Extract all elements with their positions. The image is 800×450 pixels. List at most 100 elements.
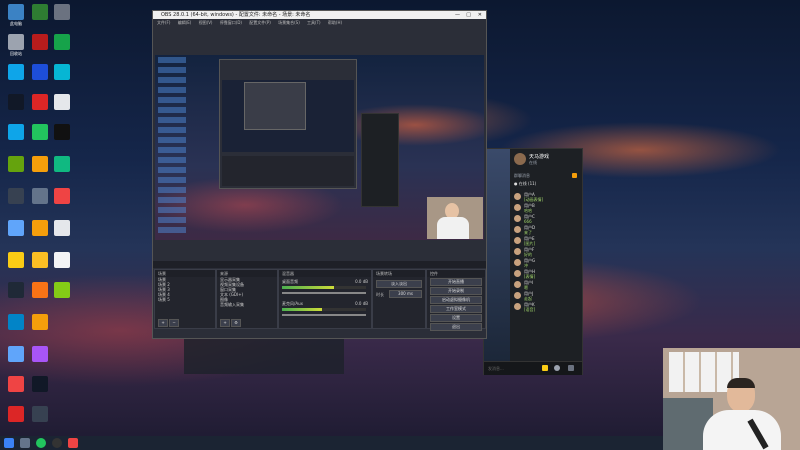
remove-scene-button[interactable]: − <box>169 319 179 327</box>
chat-message[interactable]: 用户C 666 <box>484 214 582 225</box>
chat-message[interactable]: 用户F 好的 <box>484 247 582 258</box>
desktop-icon[interactable] <box>28 124 52 141</box>
desktop-icon[interactable] <box>50 4 74 21</box>
control-button[interactable]: 退出 <box>430 323 482 331</box>
desktop-icon[interactable] <box>50 220 74 237</box>
menu-help[interactable]: 帮助(H) <box>328 20 342 25</box>
desktop-icon[interactable] <box>28 156 52 173</box>
obs-window[interactable]: OBS 28.0.1 (64-bit, windows) - 配置文件: 未命名… <box>152 10 487 339</box>
chat-message[interactable]: 用户G 冲 <box>484 258 582 269</box>
desktop-icon[interactable] <box>28 252 52 269</box>
desktop-icon[interactable] <box>50 124 74 141</box>
windows-start-icon[interactable] <box>4 438 14 448</box>
control-button[interactable]: 开始直播 <box>430 278 482 286</box>
more-icon[interactable] <box>568 365 574 371</box>
maximize-icon[interactable]: □ <box>466 11 471 19</box>
obs-titlebar[interactable]: OBS 28.0.1 (64-bit, windows) - 配置文件: 未命名… <box>153 11 486 19</box>
menu-tools[interactable]: 工具(T) <box>307 20 321 25</box>
desktop-icon[interactable] <box>50 94 74 111</box>
desktop-icon[interactable] <box>28 282 52 299</box>
desktop-icon[interactable] <box>28 188 52 205</box>
desktop-icon[interactable] <box>50 188 74 205</box>
control-button[interactable]: 启动虚拟摄像机 <box>430 296 482 304</box>
desktop-icon[interactable] <box>50 282 74 299</box>
control-button[interactable]: 开始录制 <box>430 287 482 295</box>
app-icon[interactable] <box>68 438 78 448</box>
desktop-icon[interactable] <box>28 4 52 21</box>
chat-message[interactable]: 用户A [动画表情] <box>484 192 582 203</box>
desktop-icon[interactable] <box>50 34 74 51</box>
chat-message[interactable]: 用户H [表情] <box>484 269 582 280</box>
chat-message[interactable]: 用户J 走起 <box>484 291 582 302</box>
chat-message[interactable]: 用户I 嗯 <box>484 280 582 291</box>
desktop-icon[interactable] <box>28 220 52 237</box>
desktop-icon[interactable] <box>28 376 52 393</box>
chat-window[interactable]: 天马游戏 在线 群聊消息 ● 在线 (11) 用户A [动画表情] 用户B 哈哈 用户C 6… <box>483 148 583 375</box>
desktop-icon[interactable] <box>28 34 52 51</box>
source-settings-button[interactable]: ⚙ <box>231 319 241 327</box>
desktop-icon[interactable] <box>4 156 28 173</box>
desktop-icon[interactable]: 此电脑 <box>4 4 28 27</box>
menu-docks[interactable]: 停靠窗口(D) <box>220 20 242 25</box>
add-source-button[interactable]: + <box>220 319 230 327</box>
desktop-icon[interactable] <box>4 94 28 111</box>
chat-input[interactable]: 发消息... <box>484 361 582 375</box>
minimize-icon[interactable]: — <box>455 11 460 19</box>
search-icon[interactable] <box>20 438 30 448</box>
chat-message[interactable]: 用户E [图片] <box>484 236 582 247</box>
desktop-icon[interactable] <box>28 64 52 81</box>
send-icon[interactable] <box>542 365 548 371</box>
transition-type-select[interactable]: 淡入淡出 <box>376 280 422 288</box>
chat-message[interactable]: ● 在线 (11) <box>484 181 582 192</box>
volume-slider[interactable] <box>282 292 366 294</box>
scene-item[interactable]: 场景 5 <box>155 297 215 302</box>
chat-message[interactable]: 用户D 来了 <box>484 225 582 236</box>
avatar[interactable] <box>514 237 521 244</box>
desktop-icon[interactable] <box>28 346 52 363</box>
menu-file[interactable]: 文件(F) <box>157 20 170 25</box>
avatar[interactable] <box>514 226 521 233</box>
add-scene-button[interactable]: + <box>158 319 168 327</box>
desktop-icon[interactable] <box>50 156 74 173</box>
menu-view[interactable]: 视图(V) <box>199 20 213 25</box>
chat-avatar[interactable] <box>514 153 526 165</box>
avatar[interactable] <box>514 193 521 200</box>
avatar[interactable] <box>514 248 521 255</box>
desktop-icon[interactable] <box>4 282 28 299</box>
desktop-icon[interactable] <box>4 64 28 81</box>
obs-preview[interactable] <box>155 55 484 240</box>
avatar[interactable] <box>514 259 521 266</box>
desktop-icon[interactable] <box>4 314 28 331</box>
chrome-icon[interactable] <box>36 438 46 448</box>
source-item[interactable]: 音频输入采集 <box>217 302 277 307</box>
avatar[interactable] <box>514 292 521 299</box>
menu-edit[interactable]: 编辑(E) <box>178 20 192 25</box>
desktop-icon[interactable] <box>50 64 74 81</box>
desktop-icon[interactable] <box>4 376 28 393</box>
message-list[interactable]: ● 在线 (11) 用户A [动画表情] 用户B 哈哈 用户C 666 用户D 来了 用户E [图片… <box>484 181 582 313</box>
desktop-icon[interactable] <box>28 94 52 111</box>
obs-icon[interactable] <box>52 438 62 448</box>
avatar[interactable] <box>514 270 521 277</box>
desktop-icon[interactable] <box>4 188 28 205</box>
desktop-icon[interactable] <box>4 220 28 237</box>
chat-message[interactable]: 用户K [语音] <box>484 302 582 313</box>
menu-scene-collection[interactable]: 场景集合(S) <box>278 20 300 25</box>
menu-profile[interactable]: 配置文件(P) <box>249 20 271 25</box>
avatar[interactable] <box>514 281 521 288</box>
settings-icon[interactable] <box>572 173 577 178</box>
desktop-icon[interactable]: 回收站 <box>4 34 28 57</box>
avatar[interactable] <box>514 204 521 211</box>
desktop-icon[interactable] <box>4 124 28 141</box>
close-icon[interactable]: ✕ <box>478 11 482 19</box>
chat-message[interactable]: 用户B 哈哈 <box>484 203 582 214</box>
avatar[interactable] <box>514 215 521 222</box>
duration-input[interactable]: 300 ms <box>389 290 422 298</box>
control-button[interactable]: 工作室模式 <box>430 305 482 313</box>
emoji-icon[interactable] <box>554 365 560 371</box>
desktop-icon[interactable] <box>4 406 28 423</box>
volume-slider[interactable] <box>282 314 366 316</box>
avatar[interactable] <box>514 303 521 310</box>
desktop-icon[interactable] <box>50 252 74 269</box>
desktop-icon[interactable] <box>4 252 28 269</box>
